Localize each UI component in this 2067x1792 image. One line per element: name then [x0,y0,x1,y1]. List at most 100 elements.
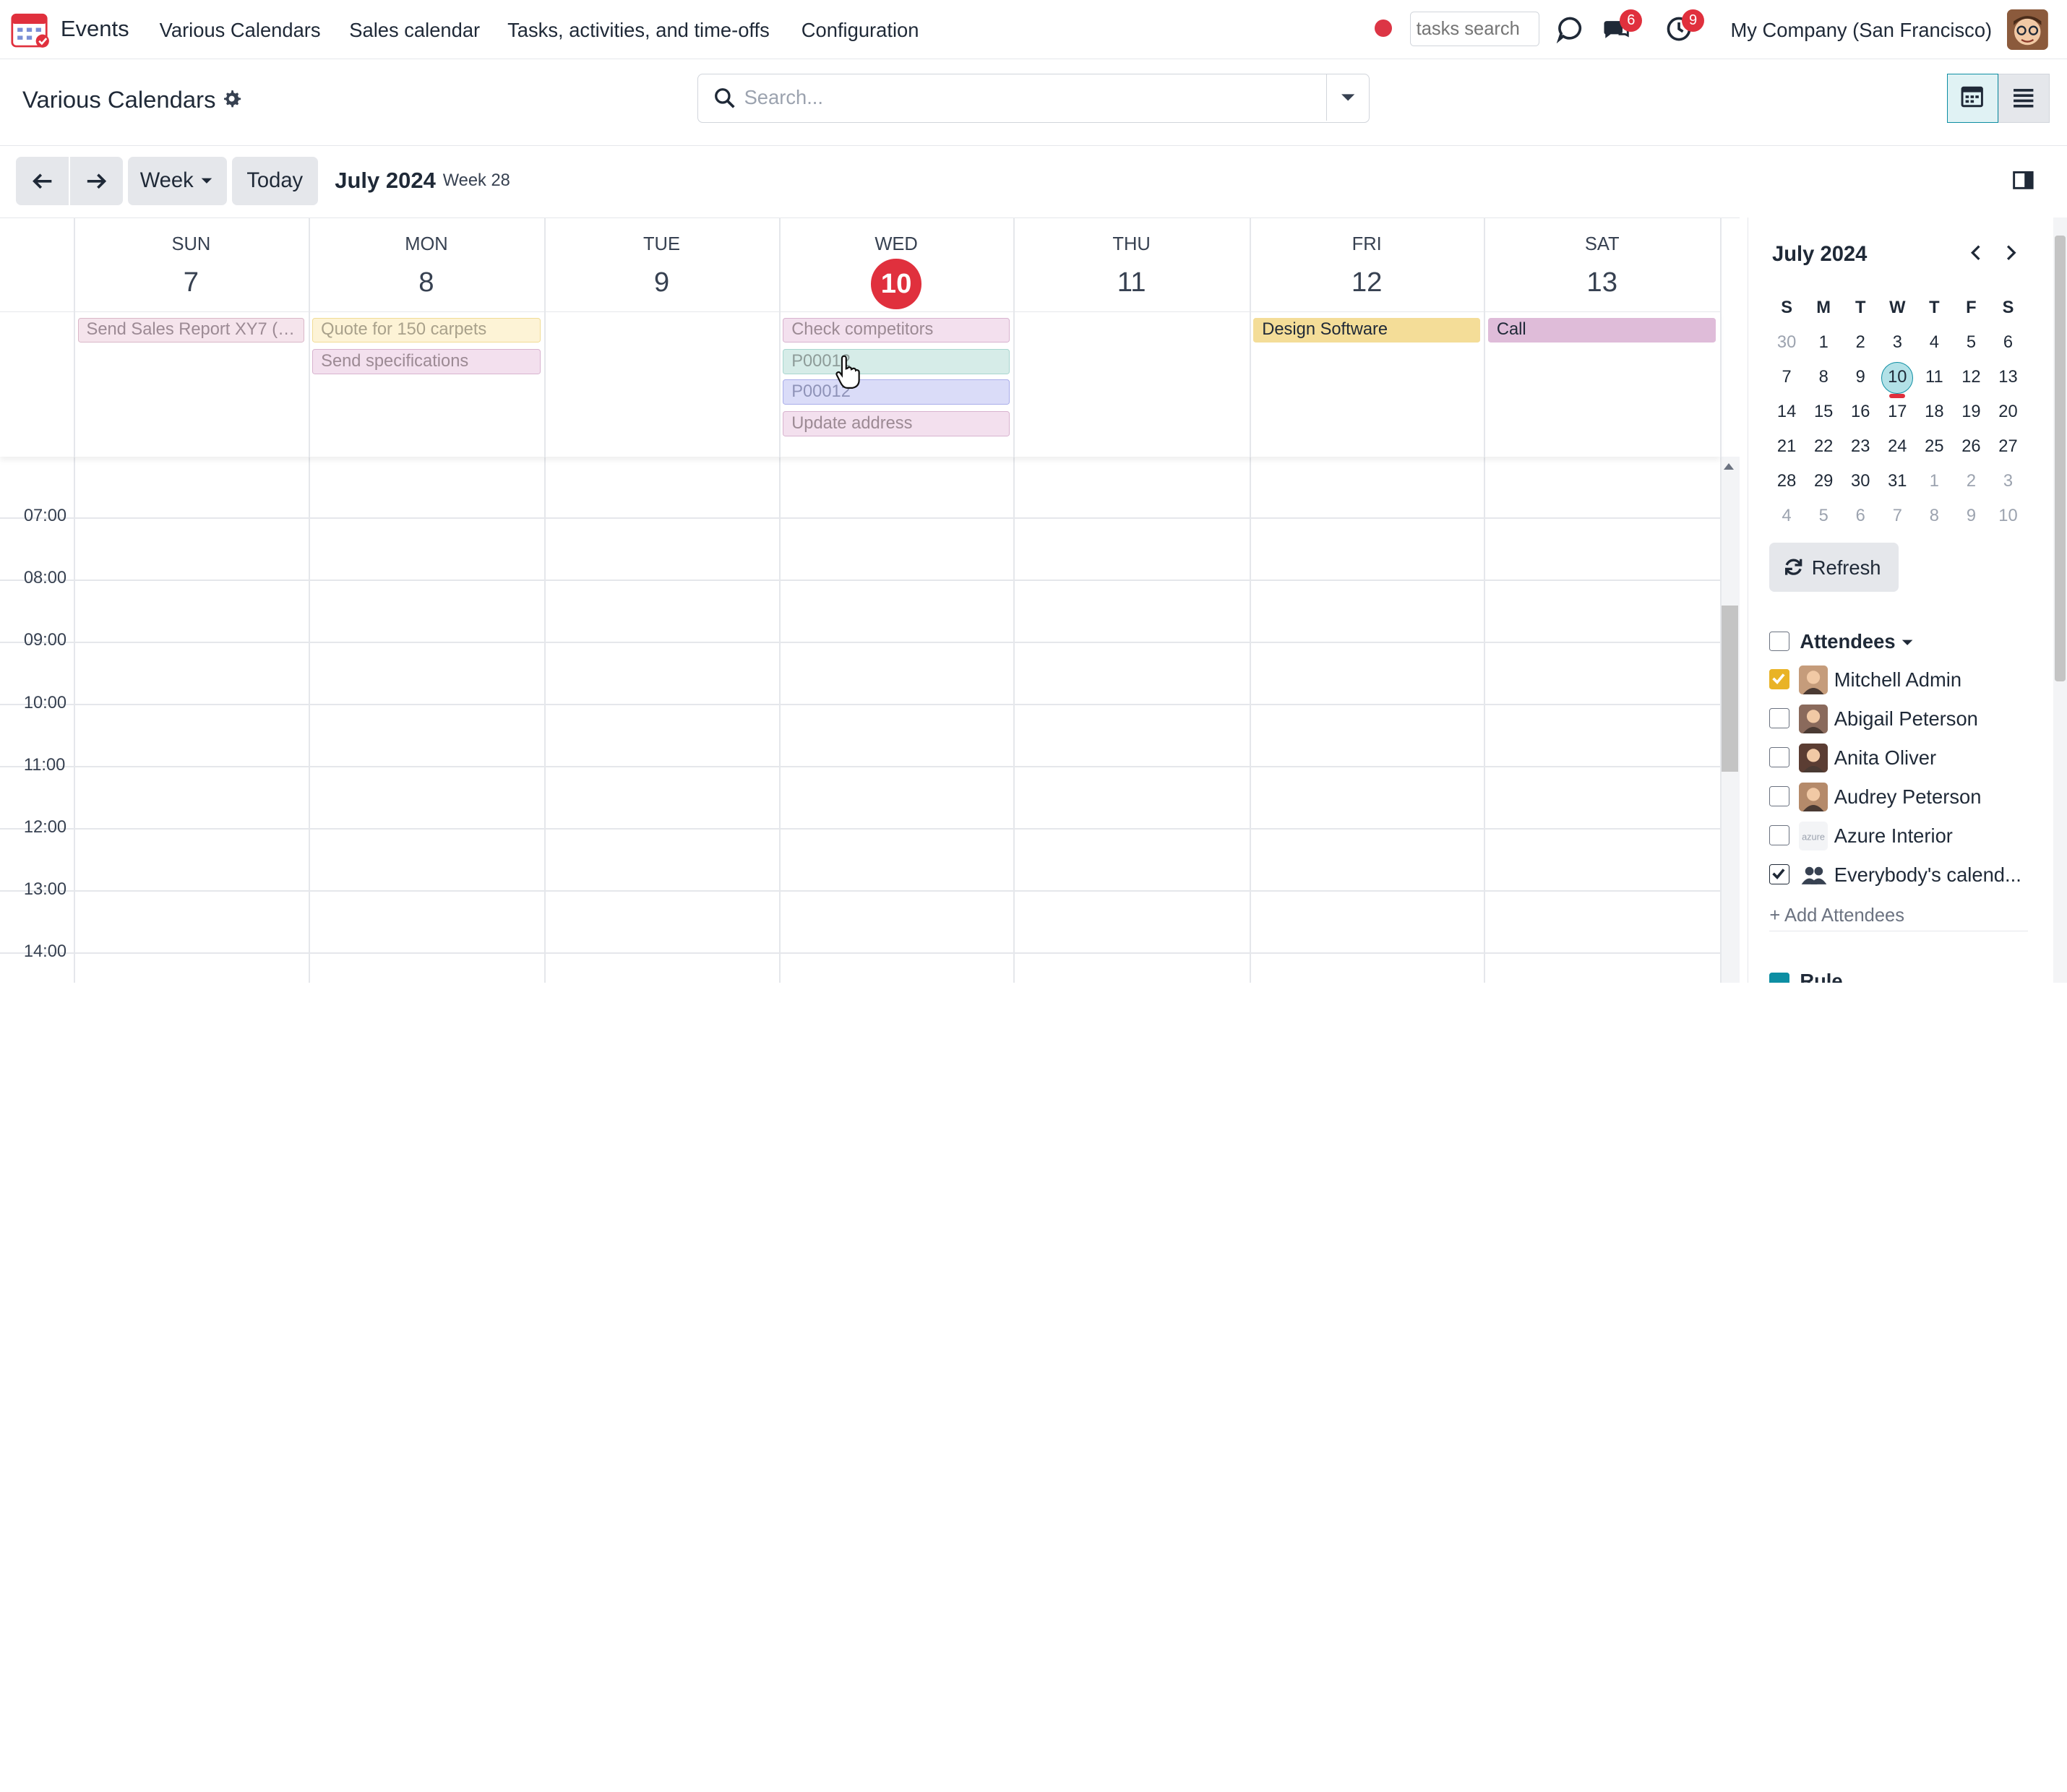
attendee-checkbox[interactable] [1769,825,1789,845]
mini-calendar-day[interactable]: 3 [1879,326,1916,361]
mini-calendar-day[interactable]: 2 [1842,326,1879,361]
mini-calendar-day[interactable]: 16 [1842,395,1879,430]
discuss-icon[interactable] [1555,14,1584,44]
day-header[interactable]: SUN 7 [74,218,309,313]
mini-calendar-day[interactable]: 30 [1769,326,1805,361]
scroll-up-icon[interactable] [1724,463,1735,470]
mini-calendar-day[interactable]: 6 [1842,499,1879,534]
search-options-toggle[interactable] [1326,74,1368,121]
menu-configuration[interactable]: Configuration [802,19,919,42]
calendar-app-icon[interactable] [11,9,51,49]
refresh-button[interactable]: Refresh [1769,543,1899,592]
day-header[interactable]: SAT 13 [1484,218,1719,313]
menu-various-calendars[interactable]: Various Calendars [160,19,321,42]
calendar-event[interactable]: Call [1487,317,1716,343]
mini-calendar-day[interactable]: 10 [1879,361,1916,399]
mini-calendar-day[interactable]: 27 [1990,430,2027,465]
mini-calendar-day[interactable]: 17 [1879,395,1916,430]
mini-calendar-day[interactable]: 4 [1916,326,1953,361]
user-avatar[interactable] [2007,9,2049,51]
mini-calendar-day[interactable]: 5 [1953,326,1990,361]
menu-sales-calendar[interactable]: Sales calendar [349,19,480,42]
mini-calendar-day[interactable]: 23 [1842,430,1879,465]
attendees-header[interactable]: Attendees [1800,630,1914,653]
chevron-right-icon[interactable] [2001,244,2020,262]
attendee-checkbox[interactable] [1769,708,1789,728]
mini-calendar-day[interactable]: 1 [1916,465,1953,499]
mini-calendar-day[interactable]: 9 [1953,499,1990,534]
calendar-event[interactable]: Check competitors [783,317,1010,343]
calendar-event[interactable]: Update address [783,411,1010,436]
mini-calendar-day[interactable]: 11 [1916,361,1953,395]
mini-calendar-day[interactable]: 19 [1953,395,1990,430]
mini-calendar-day[interactable]: 3 [1990,465,2027,499]
calendar-scrollbar[interactable] [1719,456,1740,983]
rule-header[interactable]: Rule [1800,970,1842,983]
mini-calendar-day[interactable]: 14 [1769,395,1805,430]
mini-calendar-day[interactable]: 7 [1879,499,1916,534]
mini-calendar-day[interactable]: 10 [1990,499,2027,534]
record-indicator-icon[interactable] [1375,20,1392,38]
today-button[interactable]: Today [231,157,318,206]
mini-calendar-day[interactable]: 5 [1805,499,1842,534]
mini-calendar-day[interactable]: 2 [1953,465,1990,499]
attendee-filter[interactable]: Mitchell Admin [1769,664,2046,696]
mini-calendar-day[interactable]: 24 [1879,430,1916,465]
mini-calendar-day[interactable]: 15 [1805,395,1842,430]
search-input[interactable] [744,81,1311,114]
attendees-select-all-checkbox[interactable] [1769,631,1789,651]
attendee-checkbox[interactable] [1769,864,1789,884]
company-switcher[interactable]: My Company (San Francisco) [1731,19,1993,42]
mini-calendar-day[interactable]: 31 [1879,465,1916,499]
attendee-filter[interactable]: Abigail Peterson [1769,703,2046,735]
previous-button[interactable] [15,157,69,206]
mini-calendar-day[interactable]: 29 [1805,465,1842,499]
day-header[interactable]: TUE 9 [544,218,779,313]
attendee-filter[interactable]: Everybody's calend... [1769,859,2046,891]
mini-calendar-day[interactable]: 18 [1916,395,1953,430]
sidebar-toggle-icon[interactable] [2011,168,2035,192]
day-header[interactable]: FRI 12 [1250,218,1484,313]
mini-calendar-day[interactable]: 12 [1953,361,1990,395]
gear-icon[interactable] [221,88,242,109]
mini-calendar-day[interactable]: 7 [1769,361,1805,395]
mini-calendar-day[interactable]: 21 [1769,430,1805,465]
attendee-checkbox[interactable] [1769,786,1789,806]
attendee-checkbox[interactable] [1769,669,1789,689]
mini-calendar-day[interactable]: 20 [1990,395,2027,430]
mini-calendar-day[interactable]: 8 [1916,499,1953,534]
scale-dropdown[interactable]: Week [127,157,227,206]
attendee-filter[interactable]: azure Azure Interior [1769,820,2046,852]
mini-calendar-day[interactable]: 25 [1916,430,1953,465]
mini-calendar-day[interactable]: 13 [1990,361,2027,395]
calendar-view-button[interactable] [1946,74,1998,123]
day-header[interactable]: MON 8 [309,218,544,313]
mini-calendar-day[interactable]: 26 [1953,430,1990,465]
calendar-event[interactable]: P00012 [783,379,1010,405]
calendar-event[interactable]: Quote for 150 carpets [312,317,541,343]
next-button[interactable] [69,157,123,206]
chevron-left-icon[interactable] [1967,244,1986,262]
mini-calendar-day[interactable]: 6 [1990,326,2027,361]
calendar-event[interactable]: Send specifications [312,349,541,375]
mini-calendar-day[interactable]: 8 [1805,361,1842,395]
attendee-checkbox[interactable] [1769,747,1789,767]
mini-calendar-day[interactable]: 30 [1842,465,1879,499]
mini-calendar-day[interactable]: 4 [1769,499,1805,534]
calendar-event[interactable]: P00012 [783,349,1010,375]
mini-calendar-day[interactable]: 1 [1805,326,1842,361]
sidebar-scroll-thumb[interactable] [2055,236,2066,681]
list-view-button[interactable] [1998,74,2050,123]
mini-calendar-day[interactable]: 9 [1842,361,1879,395]
mini-calendar-day[interactable]: 22 [1805,430,1842,465]
mini-calendar-day[interactable]: 28 [1769,465,1805,499]
tasks-search-input[interactable] [1410,12,1540,46]
day-header[interactable]: WED 10 [779,218,1014,313]
app-name[interactable]: Events [61,16,129,42]
rule-checkbox[interactable] [1769,972,1789,983]
calendar-event[interactable]: Send Sales Report XY7 (m... [77,317,305,343]
menu-tasks-activities[interactable]: Tasks, activities, and time-offs [507,19,770,42]
add-attendees-link[interactable]: + Add Attendees [1769,905,1904,926]
attendee-filter[interactable]: Anita Oliver [1769,742,2046,774]
sidebar-scrollbar[interactable] [2053,217,2067,983]
